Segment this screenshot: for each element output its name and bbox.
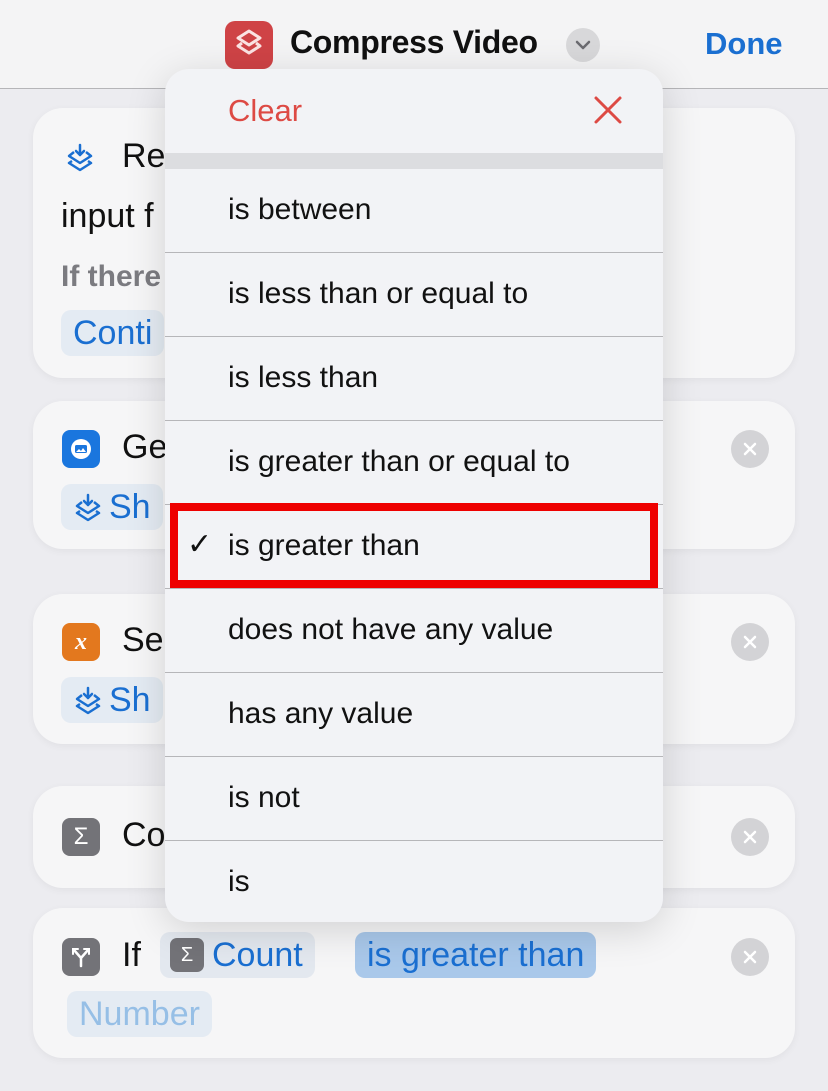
close-icon bbox=[743, 950, 757, 964]
menu-header: Clear bbox=[165, 69, 663, 153]
remove-action-button[interactable] bbox=[731, 430, 769, 468]
token-label: Sh bbox=[109, 680, 151, 719]
menu-item-is-between[interactable]: is between bbox=[165, 169, 663, 253]
menu-item-does-not-have-any-value[interactable]: does not have any value bbox=[165, 589, 663, 673]
menu-item-label: has any value bbox=[228, 697, 414, 730]
sigma-icon: Σ bbox=[62, 818, 100, 856]
menu-item-label: is bbox=[228, 865, 250, 898]
branch-icon bbox=[62, 938, 100, 976]
menu-item-label: is not bbox=[228, 781, 300, 814]
if-label: If bbox=[122, 936, 141, 974]
menu-item-has-any-value[interactable]: has any value bbox=[165, 673, 663, 757]
condition-token[interactable]: is greater than bbox=[355, 932, 597, 978]
condition-menu: Clear is between is less than or equal t… bbox=[165, 69, 663, 922]
remove-action-button[interactable] bbox=[731, 623, 769, 661]
shortcuts-icon[interactable] bbox=[225, 21, 273, 69]
menu-item-is-greater-than[interactable]: ✓ is greater than bbox=[165, 505, 663, 589]
close-icon bbox=[743, 442, 757, 456]
receive-input-icon bbox=[75, 686, 101, 715]
number-value-field[interactable]: Number bbox=[67, 991, 212, 1037]
menu-item-is-not[interactable]: is not bbox=[165, 757, 663, 841]
menu-item-label: is between bbox=[228, 193, 372, 226]
shortcut-input-token[interactable]: Sh bbox=[61, 484, 163, 530]
checkmark-icon: ✓ bbox=[187, 528, 213, 561]
menu-item-label: is greater than or equal to bbox=[228, 445, 570, 478]
remove-action-button[interactable] bbox=[731, 818, 769, 856]
shortcut-title[interactable]: Compress Video bbox=[290, 24, 538, 61]
token-label: Count bbox=[212, 935, 303, 974]
menu-item-is-less-than[interactable]: is less than bbox=[165, 337, 663, 421]
menu-item-is[interactable]: is bbox=[165, 841, 663, 922]
action-title: Se bbox=[122, 621, 164, 659]
menu-item-label: is less than bbox=[228, 361, 379, 394]
clear-button[interactable]: Clear bbox=[228, 93, 302, 129]
menu-item-label: does not have any value bbox=[228, 613, 554, 646]
sigma-icon: Σ bbox=[170, 938, 204, 972]
continue-token[interactable]: Conti bbox=[61, 310, 165, 356]
menu-item-is-greater-than-or-equal-to[interactable]: is greater than or equal to bbox=[165, 421, 663, 505]
receive-input-icon bbox=[61, 138, 99, 176]
chevron-down-icon[interactable] bbox=[566, 28, 600, 62]
close-icon[interactable] bbox=[593, 95, 623, 125]
done-button[interactable]: Done bbox=[705, 26, 783, 62]
close-icon bbox=[743, 830, 757, 844]
receive-input-icon bbox=[75, 493, 101, 522]
menu-item-is-less-than-or-equal-to[interactable]: is less than or equal to bbox=[165, 253, 663, 337]
action-subtitle: If there bbox=[61, 260, 162, 293]
action-title: Re bbox=[122, 137, 166, 175]
variable-icon: x bbox=[62, 623, 100, 661]
action-title: Co bbox=[122, 816, 166, 854]
photo-icon bbox=[62, 430, 100, 468]
menu-list: is between is less than or equal to is l… bbox=[165, 169, 663, 922]
menu-item-label: is greater than bbox=[228, 529, 420, 562]
close-icon bbox=[743, 635, 757, 649]
action-card-if[interactable]: If Σ Count is greater than Number bbox=[33, 908, 795, 1058]
count-variable-token[interactable]: Σ Count bbox=[160, 932, 315, 978]
menu-item-label: is less than or equal to bbox=[228, 277, 529, 310]
menu-section-separator bbox=[165, 153, 663, 169]
action-title-line2: input f bbox=[61, 197, 154, 235]
remove-action-button[interactable] bbox=[731, 938, 769, 976]
shortcut-input-token[interactable]: Sh bbox=[61, 677, 163, 723]
token-label: Sh bbox=[109, 487, 151, 526]
action-title: Ge bbox=[122, 428, 168, 466]
